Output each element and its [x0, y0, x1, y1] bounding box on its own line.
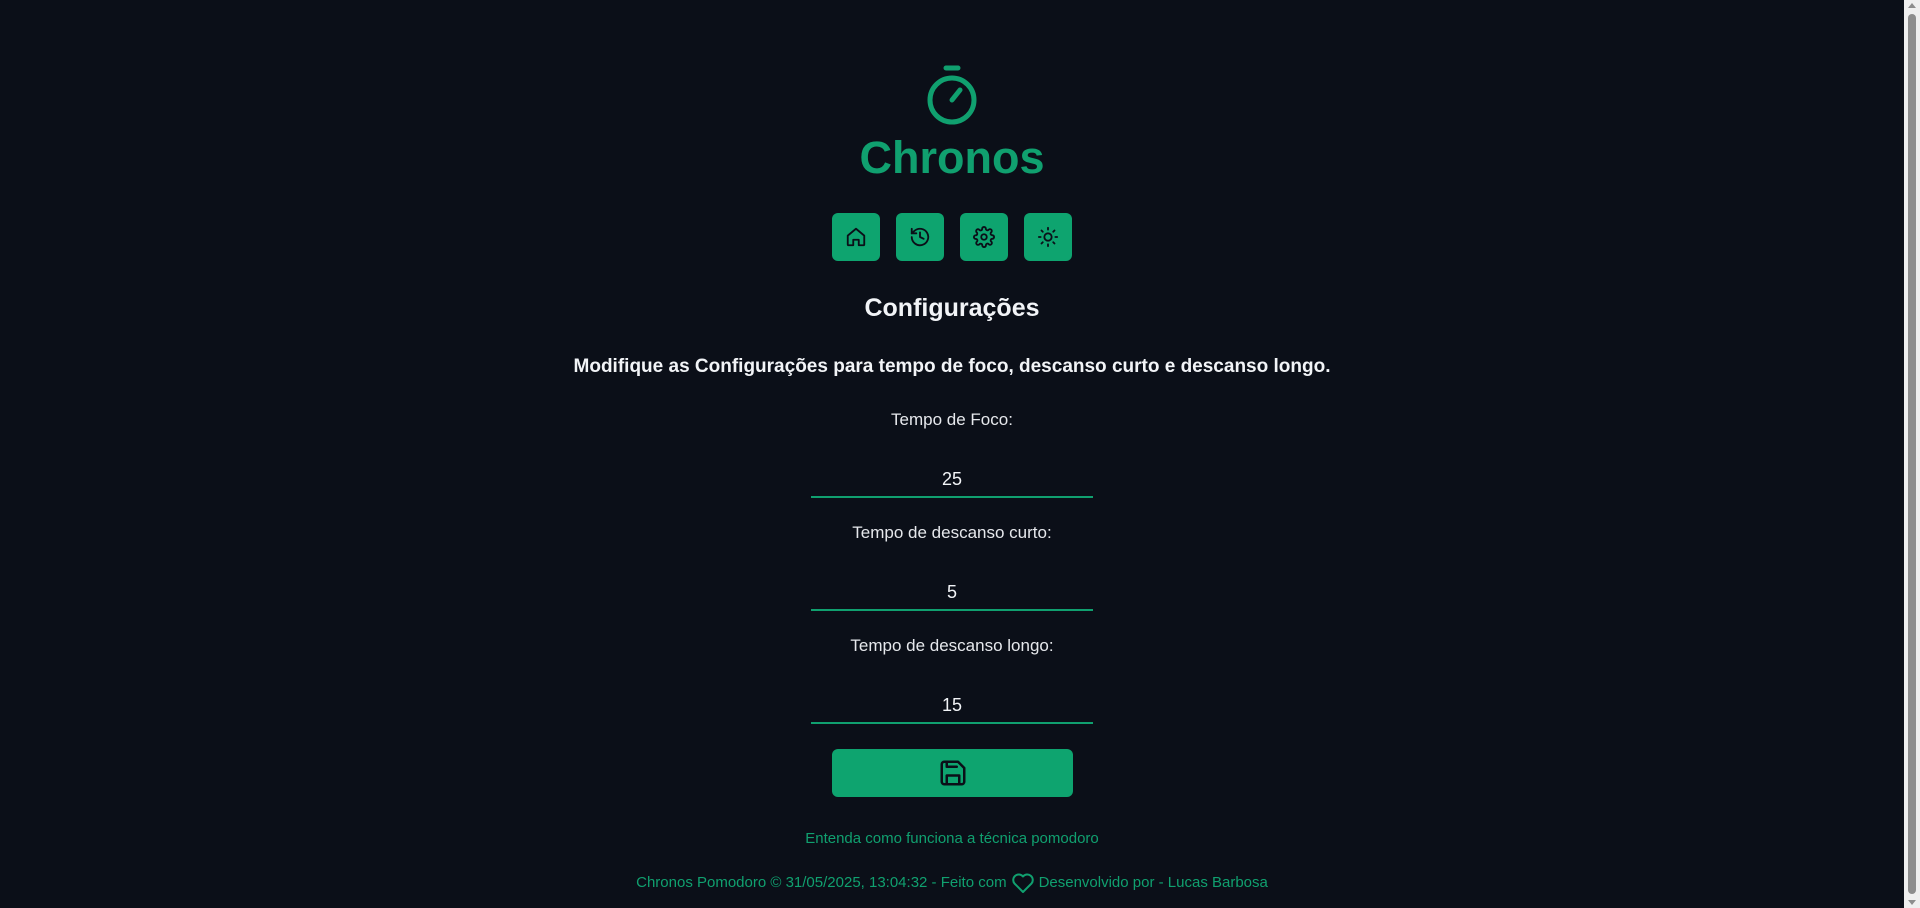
app-title: Chronos [859, 132, 1045, 183]
focus-time-input[interactable] [811, 462, 1093, 498]
pomodoro-info-link[interactable]: Entenda como funciona a técnica pomodoro [0, 829, 1904, 849]
long-break-input[interactable] [811, 688, 1093, 724]
stopwatch-icon [927, 65, 977, 125]
heart-icon [1011, 873, 1034, 893]
focus-time-label: Tempo de Foco: [891, 410, 1013, 429]
vertical-scrollbar[interactable] [1904, 0, 1920, 908]
footer-author: Desenvolvido por - Lucas Barbosa [1038, 874, 1268, 891]
sun-icon [1037, 226, 1059, 248]
short-break-label: Tempo de descanso curto: [852, 523, 1052, 542]
footer: Chronos Pomodoro © 31/05/2025, 13:04:32 … [0, 872, 1904, 894]
scroll-down-arrow[interactable] [1908, 900, 1916, 905]
save-button[interactable] [832, 749, 1073, 797]
long-break-label: Tempo de descanso longo: [850, 636, 1054, 655]
settings-button[interactable] [960, 213, 1008, 261]
gear-icon [973, 226, 995, 248]
history-button[interactable] [896, 213, 944, 261]
footer-copyright: Chronos Pomodoro © 31/05/2025, 13:04:32 … [636, 874, 1007, 891]
home-icon [846, 227, 866, 247]
history-icon [910, 227, 930, 247]
settings-page: Chronos Configurações Modifique as Confi… [0, 0, 1904, 908]
theme-toggle-button[interactable] [1024, 213, 1072, 261]
scroll-thumb[interactable] [1908, 14, 1916, 894]
page-title: Configurações [864, 294, 1040, 322]
main-nav [832, 213, 1072, 261]
short-break-input[interactable] [811, 575, 1093, 611]
home-button[interactable] [832, 213, 880, 261]
floppy-disk-icon [940, 760, 965, 786]
scroll-up-arrow[interactable] [1908, 3, 1916, 8]
settings-description: Modifique as Configurações para tempo de… [573, 356, 1331, 377]
